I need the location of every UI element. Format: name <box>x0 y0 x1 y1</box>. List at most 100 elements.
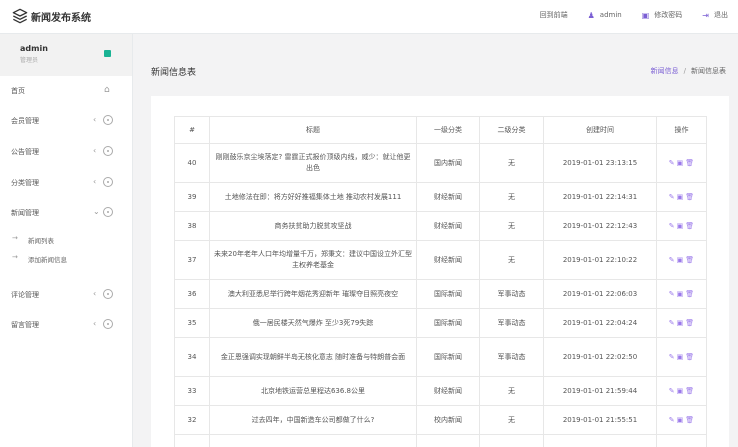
cell-created-time: 2019-01-01 22:06:03 <box>543 279 657 309</box>
table-row: 35 俄一居民楼天然气爆炸 至少3死79失踪 国际新闻 军事动态 2019-01-01 … <box>174 308 707 338</box>
cell-created-time: 2019-01-01 22:02:50 <box>543 337 657 377</box>
arrow-right-icon: → <box>12 253 18 261</box>
delete-icon[interactable]: 🗑 <box>685 222 694 230</box>
chevron-left-icon: ‹ <box>93 146 97 155</box>
target-icon <box>103 146 113 156</box>
logout-link[interactable]: ⇥ 退出 <box>702 10 728 20</box>
view-icon[interactable]: ▣ <box>677 222 684 230</box>
view-icon[interactable]: ▣ <box>677 159 684 167</box>
delete-icon[interactable]: 🗑 <box>685 256 694 264</box>
cell-id: 39 <box>174 182 210 212</box>
edit-icon[interactable]: ✎ <box>669 319 675 327</box>
col-header-category1: 一级分类 <box>416 116 480 144</box>
cell-id: 40 <box>174 143 210 183</box>
edit-icon[interactable]: ✎ <box>669 387 675 395</box>
sidebar-item-home[interactable]: 首页 ⌂ <box>0 84 132 98</box>
cell-category2: 无 <box>479 240 544 280</box>
brand: 新闻发布系统 <box>12 8 91 24</box>
sidebar-item-notices[interactable]: 公告管理 ‹ <box>0 145 132 159</box>
view-icon[interactable]: ▣ <box>677 387 684 395</box>
view-icon[interactable]: ▣ <box>677 353 684 361</box>
edit-icon[interactable]: ✎ <box>669 353 675 361</box>
sidebar-subitem-label: 添加新闻信息 <box>28 256 67 264</box>
cell-created-time: 2019-01-01 22:04:24 <box>543 308 657 338</box>
cell-title: 商务扶贫助力脱贫攻坚战 <box>209 211 417 241</box>
breadcrumb-separator: / <box>683 67 686 75</box>
cell-id: 32 <box>174 405 210 435</box>
chevron-down-icon: ⌄ <box>93 207 100 216</box>
cell-actions: ✎ ▣ 🗑 <box>656 279 707 309</box>
sidebar-item-comments[interactable]: 评论管理 ‹ <box>0 288 132 302</box>
delete-icon[interactable]: 🗑 <box>685 290 694 298</box>
table-row: 32 过去四年，中国新造车公司都做了什么? 校内新闻无 2019-01-01 21:5… <box>174 405 707 435</box>
cell-title: 俄一居民楼天然气爆炸 至少3死79失踪 <box>209 308 417 338</box>
cell-category2: 无 <box>479 405 544 435</box>
sidebar-subitem-add-news[interactable]: → 添加新闻信息 <box>0 252 132 264</box>
page-title: 新闻信息表 <box>151 68 197 78</box>
target-icon <box>103 319 113 329</box>
chevron-left-icon: ‹ <box>93 319 97 328</box>
breadcrumb: 新闻信息 / 新闻信息表 <box>651 66 726 76</box>
change-password-link[interactable]: ▣ 修改密码 <box>642 10 683 20</box>
cell-actions: ✎ ▣ 🗑 <box>656 143 707 183</box>
edit-icon[interactable]: ✎ <box>669 222 675 230</box>
topnav-label-password: 修改密码 <box>654 11 683 19</box>
app-title: 新闻发布系统 <box>31 12 91 24</box>
sidebar-item-messages[interactable]: 留言管理 ‹ <box>0 318 132 332</box>
sidebar-item-members[interactable]: 会员管理 ‹ <box>0 114 132 128</box>
delete-icon[interactable]: 🗑 <box>685 353 694 361</box>
delete-icon[interactable]: 🗑 <box>685 159 694 167</box>
edit-icon[interactable]: ✎ <box>669 416 675 424</box>
news-table: # 标题 一级分类 二级分类 创建时间 操作 40 刚刚鼓乐京尘埃落定? 雷霆正式… <box>174 116 707 447</box>
edit-icon[interactable]: ✎ <box>669 290 675 298</box>
cell-category2: 军事动态 <box>479 279 544 309</box>
sidebar-item-label: 新闻管理 <box>11 209 39 217</box>
edit-icon[interactable]: ✎ <box>669 159 675 167</box>
sidebar-item-categories[interactable]: 分类管理 ‹ <box>0 176 132 190</box>
chevron-left-icon: ‹ <box>93 177 97 186</box>
sidebar-item-label: 留言管理 <box>11 321 39 329</box>
top-bar: 新闻发布系统 回到前端 ♟ admin ▣ 修改密码 ⇥ 退出 <box>0 0 738 34</box>
edit-icon[interactable]: ✎ <box>669 256 675 264</box>
delete-icon[interactable]: 🗑 <box>685 319 694 327</box>
table-row: 33 北京地铁运营总里程达636.8公里 财经新闻无 2019-01-01 21:59… <box>174 376 707 406</box>
delete-icon[interactable]: 🗑 <box>685 387 694 395</box>
cell-created-time: 2019-01-01 21:59:44 <box>543 376 657 406</box>
view-icon[interactable]: ▣ <box>677 319 684 327</box>
delete-icon[interactable]: 🗑 <box>685 416 694 424</box>
table-row: 40 刚刚鼓乐京尘埃落定? 雷霆正式报价顶级内线，威少：就让他更出色 国内新闻无 20… <box>174 143 707 183</box>
profile-role: 管理员 <box>20 57 39 64</box>
edit-icon[interactable]: ✎ <box>669 193 675 201</box>
col-header-id: # <box>174 116 210 144</box>
sidebar: admin 管理员 首页 ⌂ 会员管理 ‹ 公告管理 ‹ 分类管理 ‹ 新闻管理… <box>0 34 133 447</box>
user-menu[interactable]: ♟ admin <box>588 11 622 20</box>
cell-title: 过去四年，中国新造车公司都做了什么? <box>209 405 417 435</box>
breadcrumb-link[interactable]: 新闻信息 <box>651 67 679 75</box>
back-to-frontend-link[interactable]: 回到前端 <box>540 10 568 20</box>
cell-category1: 财经新闻 <box>416 240 480 280</box>
cell-category1: 校内新闻 <box>416 405 480 435</box>
cell-id: 35 <box>174 308 210 338</box>
cell-actions: ✎ ▣ 🗑 <box>656 240 707 280</box>
status-badge <box>104 50 111 57</box>
content-panel: # 标题 一级分类 二级分类 创建时间 操作 40 刚刚鼓乐京尘埃落定? 雷霆正式… <box>151 96 729 447</box>
col-header-actions: 操作 <box>656 116 707 144</box>
view-icon[interactable]: ▣ <box>677 193 684 201</box>
view-icon[interactable]: ▣ <box>677 290 684 298</box>
key-icon: ▣ <box>641 10 650 20</box>
view-icon[interactable]: ▣ <box>677 256 684 264</box>
cell-title: 澳大利亚悉尼举行跨年烟花秀迎新年 璀璨夺目照亮夜空 <box>209 279 417 309</box>
delete-icon[interactable]: 🗑 <box>685 193 694 201</box>
cell-id: 36 <box>174 279 210 309</box>
sidebar-item-news[interactable]: 新闻管理 ⌄ <box>0 206 132 220</box>
sidebar-item-label: 分类管理 <box>11 179 39 187</box>
cell-category1: 国际新闻 <box>416 279 480 309</box>
sidebar-item-label: 评论管理 <box>11 291 39 299</box>
view-icon[interactable]: ▣ <box>677 416 684 424</box>
cell-category2: 无 <box>479 211 544 241</box>
topnav-label-logout: 退出 <box>714 11 728 19</box>
sidebar-subitem-news-list[interactable]: → 新闻列表 <box>0 233 132 245</box>
profile-name: admin <box>20 44 48 53</box>
cell-category2: 军事动态 <box>479 308 544 338</box>
layers-icon <box>12 8 28 24</box>
